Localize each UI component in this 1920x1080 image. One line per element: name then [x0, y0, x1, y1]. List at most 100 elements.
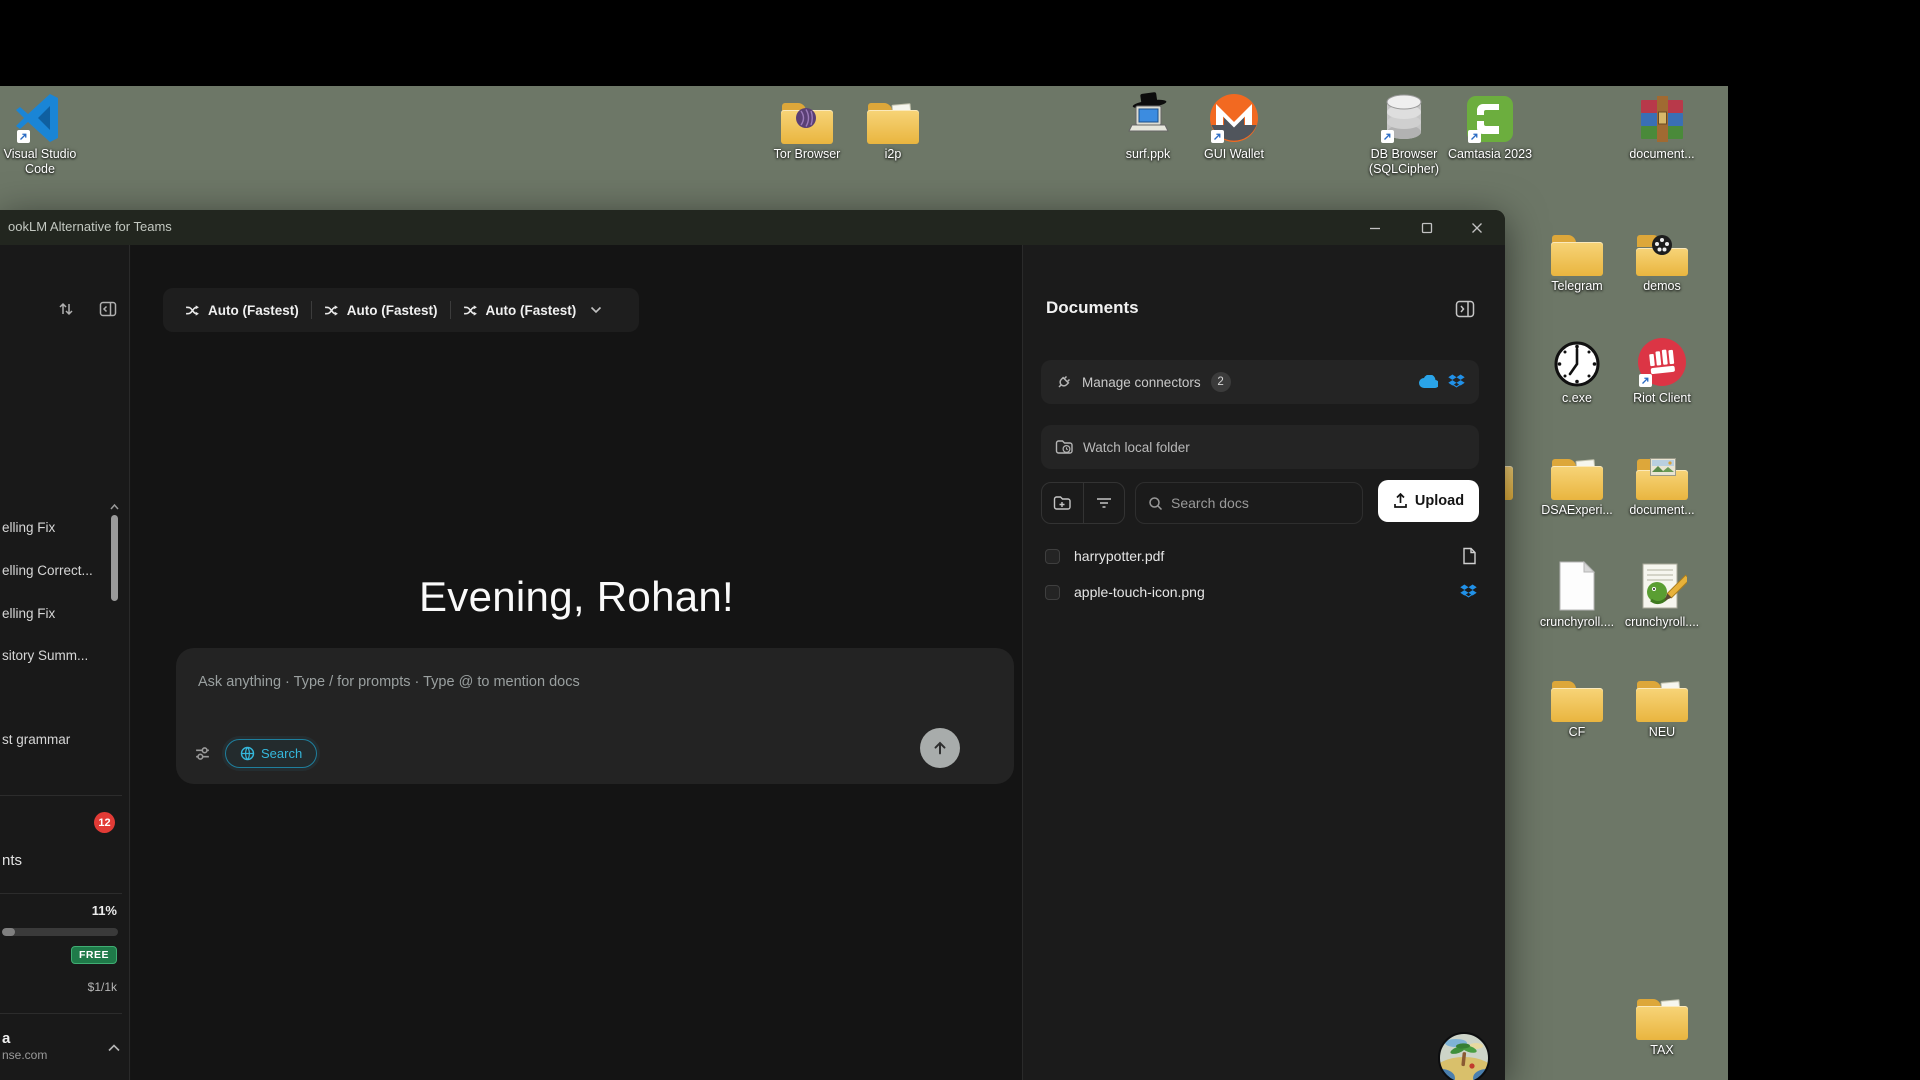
desktop-icon-camtasia[interactable]: Camtasia 2023 [1447, 90, 1533, 162]
upload-button[interactable]: Upload [1378, 480, 1479, 522]
account-name: a [2, 1030, 10, 1047]
watch-local-folder-row[interactable]: Watch local folder [1041, 425, 1479, 469]
shuffle-icon [324, 303, 339, 318]
chat-list-item[interactable]: sitory Summ... [0, 643, 104, 669]
desktop-icon-cf[interactable]: CF [1534, 668, 1620, 740]
divider [0, 1013, 122, 1014]
filter-button[interactable] [1084, 483, 1125, 523]
sliders-icon[interactable] [194, 745, 211, 762]
folder-paper-icon [1551, 446, 1603, 500]
search-icon [1148, 496, 1163, 511]
maximize-button[interactable] [1407, 215, 1447, 241]
folder-icon [1551, 668, 1603, 722]
winrar-archive-icon [1636, 90, 1688, 144]
chat-list-item[interactable]: elling Fix [0, 601, 104, 627]
divider [0, 795, 122, 796]
shortcut-arrow-icon [1381, 130, 1394, 143]
sidebar: elling Fix elling Correct... elling Fix … [0, 245, 130, 1080]
desktop-icon-label: DSAExperi... [1541, 503, 1613, 518]
shortcut-arrow-icon [1468, 130, 1481, 143]
desktop-icon-neu[interactable]: NEU [1619, 668, 1705, 740]
collapse-sidebar-icon[interactable] [99, 300, 117, 323]
chat-list-item[interactable]: st grammar [0, 727, 104, 753]
folder-paper-icon [1636, 986, 1688, 1040]
file-name: harrypotter.pdf [1074, 548, 1448, 564]
documents-panel: Documents Manage connectors 2 [1022, 245, 1505, 1080]
desktop-icon-crunchyroll-notepad[interactable]: crunchyroll.... [1619, 558, 1705, 630]
onedrive-cloud-icon [1418, 375, 1438, 389]
model-selector-1[interactable]: Auto (Fastest) [173, 288, 311, 332]
desktop-icon-riot-client[interactable]: Riot Client [1619, 334, 1705, 406]
upload-label: Upload [1415, 493, 1464, 509]
scrollbar-thumb[interactable] [111, 515, 118, 601]
document-list-item[interactable]: harrypotter.pdf [1035, 540, 1487, 572]
desktop-icon-demos[interactable]: demos [1619, 222, 1705, 294]
sort-chats-icon[interactable] [57, 300, 75, 323]
folder-icon [1551, 222, 1603, 276]
chevron-down-icon[interactable] [590, 306, 602, 314]
island-avatar[interactable] [1436, 1030, 1492, 1080]
docs-search-input[interactable] [1171, 495, 1331, 511]
model-selector-3[interactable]: Auto (Fastest) [451, 288, 615, 332]
desktop-icon-dsaexperi[interactable]: DSAExperi... [1534, 446, 1620, 518]
chat-list-item[interactable]: elling Fix [0, 515, 104, 541]
desktop-icon-i2p[interactable]: i2p [850, 90, 936, 162]
document-list-item[interactable]: apple-touch-icon.png [1035, 576, 1487, 608]
folder-reel-icon [1636, 222, 1688, 276]
desktop-icon-telegram[interactable]: Telegram [1534, 222, 1620, 294]
plan-badge: FREE [71, 946, 117, 964]
desktop-icon-crunchyroll-file[interactable]: crunchyroll.... [1534, 558, 1620, 630]
desktop-icon-label: crunchyroll.... [1540, 615, 1614, 630]
main-chat-area: Auto (Fastest) Auto (Fastest) Auto (Fast… [131, 245, 1022, 1080]
desktop-icon-c-exe[interactable]: c.exe [1534, 334, 1620, 406]
vscode-icon [14, 90, 66, 144]
chevron-up-icon[interactable] [107, 1040, 121, 1058]
desktop-icon-gui-wallet[interactable]: GUI Wallet [1191, 90, 1277, 162]
desktop-icon-label: DB Browser (SQLCipher) [1361, 147, 1447, 177]
clock-icon [1553, 334, 1601, 388]
desktop-icon-label: demos [1643, 279, 1681, 294]
desktop-icon-db-browser[interactable]: DB Browser (SQLCipher) [1361, 90, 1447, 177]
folder-paper-icon [1636, 668, 1688, 722]
desktop-icon-label: Visual Studio Code [0, 147, 83, 177]
desktop-icon-document-archive[interactable]: document... [1619, 90, 1705, 162]
upload-icon [1393, 493, 1408, 509]
folder-tor-icon [781, 90, 833, 144]
prompt-input[interactable]: Ask anything · Type / for prompts · Type… [176, 648, 1014, 784]
collapse-panel-icon[interactable] [1455, 300, 1475, 323]
desktop-icon-label: Tor Browser [774, 147, 841, 162]
chat-list-item[interactable]: elling Correct... [0, 558, 104, 584]
model-selector-2[interactable]: Auto (Fastest) [312, 288, 450, 332]
file-checkbox[interactable] [1045, 585, 1060, 600]
window-body: elling Fix elling Correct... elling Fix … [0, 245, 1505, 1080]
send-button[interactable] [920, 728, 960, 768]
file-checkbox[interactable] [1045, 549, 1060, 564]
close-button[interactable] [1457, 215, 1497, 241]
desktop-icon-document-folder[interactable]: document... [1619, 446, 1705, 518]
window-titlebar[interactable]: ookLM Alternative for Teams [0, 210, 1505, 245]
minimize-button[interactable] [1355, 215, 1395, 241]
desktop-icon-label: document... [1629, 503, 1694, 518]
shuffle-icon [463, 303, 478, 318]
riot-icon [1636, 334, 1688, 388]
documents-title: Documents [1046, 298, 1139, 318]
dropbox-icon [1448, 374, 1465, 390]
sidebar-item-truncated[interactable]: nts [0, 848, 104, 874]
database-icon [1378, 90, 1430, 144]
desktop-icon-tax[interactable]: TAX [1619, 986, 1705, 1058]
desktop-icon-label: Riot Client [1633, 391, 1691, 406]
file-name: apple-touch-icon.png [1074, 584, 1446, 600]
docs-search-box[interactable] [1135, 482, 1363, 524]
divider [0, 893, 122, 894]
web-search-toggle[interactable]: Search [225, 739, 317, 768]
globe-icon [240, 746, 255, 761]
manage-connectors-row[interactable]: Manage connectors 2 [1041, 360, 1479, 404]
new-folder-button[interactable] [1042, 483, 1083, 523]
arrow-up-icon [931, 739, 949, 757]
sidebar-scrollbar[interactable] [110, 503, 119, 823]
desktop-icon-surf-ppk[interactable]: surf.ppk [1105, 90, 1191, 162]
desktop-icon-tor-browser[interactable]: Tor Browser [764, 90, 850, 162]
desktop-icon-visual-studio-code[interactable]: Visual Studio Code [0, 90, 83, 177]
desktop-icon-label: CF [1569, 725, 1586, 740]
usage-percent: 11% [92, 903, 117, 918]
